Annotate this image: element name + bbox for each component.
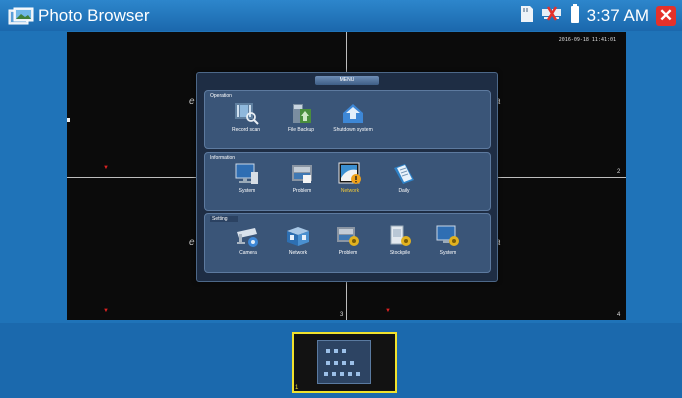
- menu-item-system-info[interactable]: System: [224, 162, 270, 194]
- mini-icon: [342, 349, 346, 353]
- mini-icon: [340, 372, 344, 376]
- menu-item-label: System: [238, 188, 256, 194]
- channel-number: 4: [617, 312, 621, 318]
- mini-icon: [334, 361, 338, 365]
- problem-icon: [292, 165, 312, 183]
- close-icon: ✕: [658, 6, 674, 25]
- close-button[interactable]: ✕: [656, 6, 676, 26]
- mini-icon: [326, 361, 330, 365]
- menu-item-shutdown-system[interactable]: Shutdown system: [330, 101, 376, 133]
- menu-dialog: MENU Operation Record scan File Backup S…: [196, 72, 498, 282]
- status-area: 3:37 AM ✕: [520, 3, 676, 29]
- thumbnail-item[interactable]: 1: [292, 332, 397, 393]
- app-title: Photo Browser: [38, 6, 150, 25]
- network-icon: [338, 162, 361, 184]
- network-disconnected-icon: [541, 5, 563, 28]
- partially-hidden-logo: e: [189, 96, 195, 107]
- daily-log-icon: [394, 164, 414, 184]
- menu-item-problem-settings[interactable]: Problem: [325, 224, 371, 256]
- menu-item-record-scan[interactable]: Record scan: [223, 101, 269, 133]
- mini-icon: [332, 372, 336, 376]
- channel-number: 3: [340, 312, 344, 318]
- thumbnail-number: 1: [295, 385, 299, 391]
- mini-icon: [350, 361, 354, 365]
- camera-icon: [237, 228, 258, 247]
- menu-item-label: Stockpile: [389, 250, 411, 256]
- menu-item-label: Network: [288, 250, 308, 256]
- photo-browser-icon: [8, 7, 34, 25]
- menu-item-network-info[interactable]: Network: [327, 162, 373, 194]
- section-setting: Setting Camera Network Problem Stockpile…: [204, 213, 491, 273]
- file-backup-icon: [293, 104, 311, 123]
- partially-hidden-logo: e: [189, 237, 195, 248]
- shutdown-system-icon: [343, 104, 363, 123]
- network-settings-icon: [287, 227, 309, 246]
- menu-item-label: Camera: [239, 250, 257, 256]
- menu-item-label: File Backup: [287, 127, 315, 133]
- channel-marker-icon: ▼: [385, 308, 391, 314]
- menu-item-daily-log[interactable]: Daily: [381, 162, 427, 194]
- section-label: Information: [210, 155, 236, 161]
- channel-marker-icon: ▼: [103, 165, 109, 171]
- menu-item-system-settings[interactable]: System: [425, 224, 471, 256]
- menu-item-label: Problem: [338, 250, 358, 256]
- menu-item-label: Shutdown system: [333, 127, 373, 133]
- clock: 3:37 AM: [586, 6, 649, 25]
- channel-number: 2: [617, 169, 621, 175]
- menu-item-label: Network: [340, 188, 360, 194]
- system-info-icon: [235, 163, 258, 184]
- menu-item-label: Problem: [292, 188, 312, 194]
- section-operation: Operation Record scan File Backup Shutdo…: [204, 90, 491, 149]
- menu-item-label: Daily: [398, 188, 410, 194]
- problem-settings-icon: [337, 227, 359, 246]
- menu-title: MENU: [315, 76, 379, 85]
- mini-icon: [342, 361, 346, 365]
- battery-icon: [570, 3, 580, 29]
- mini-icon: [356, 372, 360, 376]
- section-label: Operation: [210, 93, 232, 99]
- thumbnail-strip: 1: [0, 323, 682, 398]
- menu-item-network-settings[interactable]: Network: [275, 224, 321, 256]
- channel-marker-icon: ▼: [103, 308, 109, 314]
- mini-icon: [348, 372, 352, 376]
- section-label: Setting: [210, 216, 238, 222]
- photo-timestamp: 2016-09-18 11:41:01: [558, 37, 616, 43]
- mini-icon: [334, 349, 338, 353]
- system-settings-icon: [436, 225, 459, 246]
- menu-item-label: Record scan: [231, 127, 261, 133]
- menu-item-label: System: [439, 250, 457, 256]
- record-scan-icon: [235, 103, 259, 125]
- stockpile-icon: [390, 225, 411, 246]
- menu-item-problem-info[interactable]: Problem: [279, 162, 325, 194]
- menu-item-file-backup[interactable]: File Backup: [278, 101, 324, 133]
- menu-item-stockpile[interactable]: Stockpile: [377, 224, 423, 256]
- mouse-cursor-icon: [67, 118, 70, 122]
- section-information: Information System Problem Network Daily: [204, 152, 491, 211]
- thumbnail-preview: [317, 340, 371, 384]
- menu-item-camera-settings[interactable]: Camera: [225, 224, 271, 256]
- title-bar: Photo Browser 3:37 AM ✕: [0, 0, 682, 31]
- mini-icon: [324, 372, 328, 376]
- sd-card-icon: [520, 5, 534, 28]
- mini-icon: [326, 349, 330, 353]
